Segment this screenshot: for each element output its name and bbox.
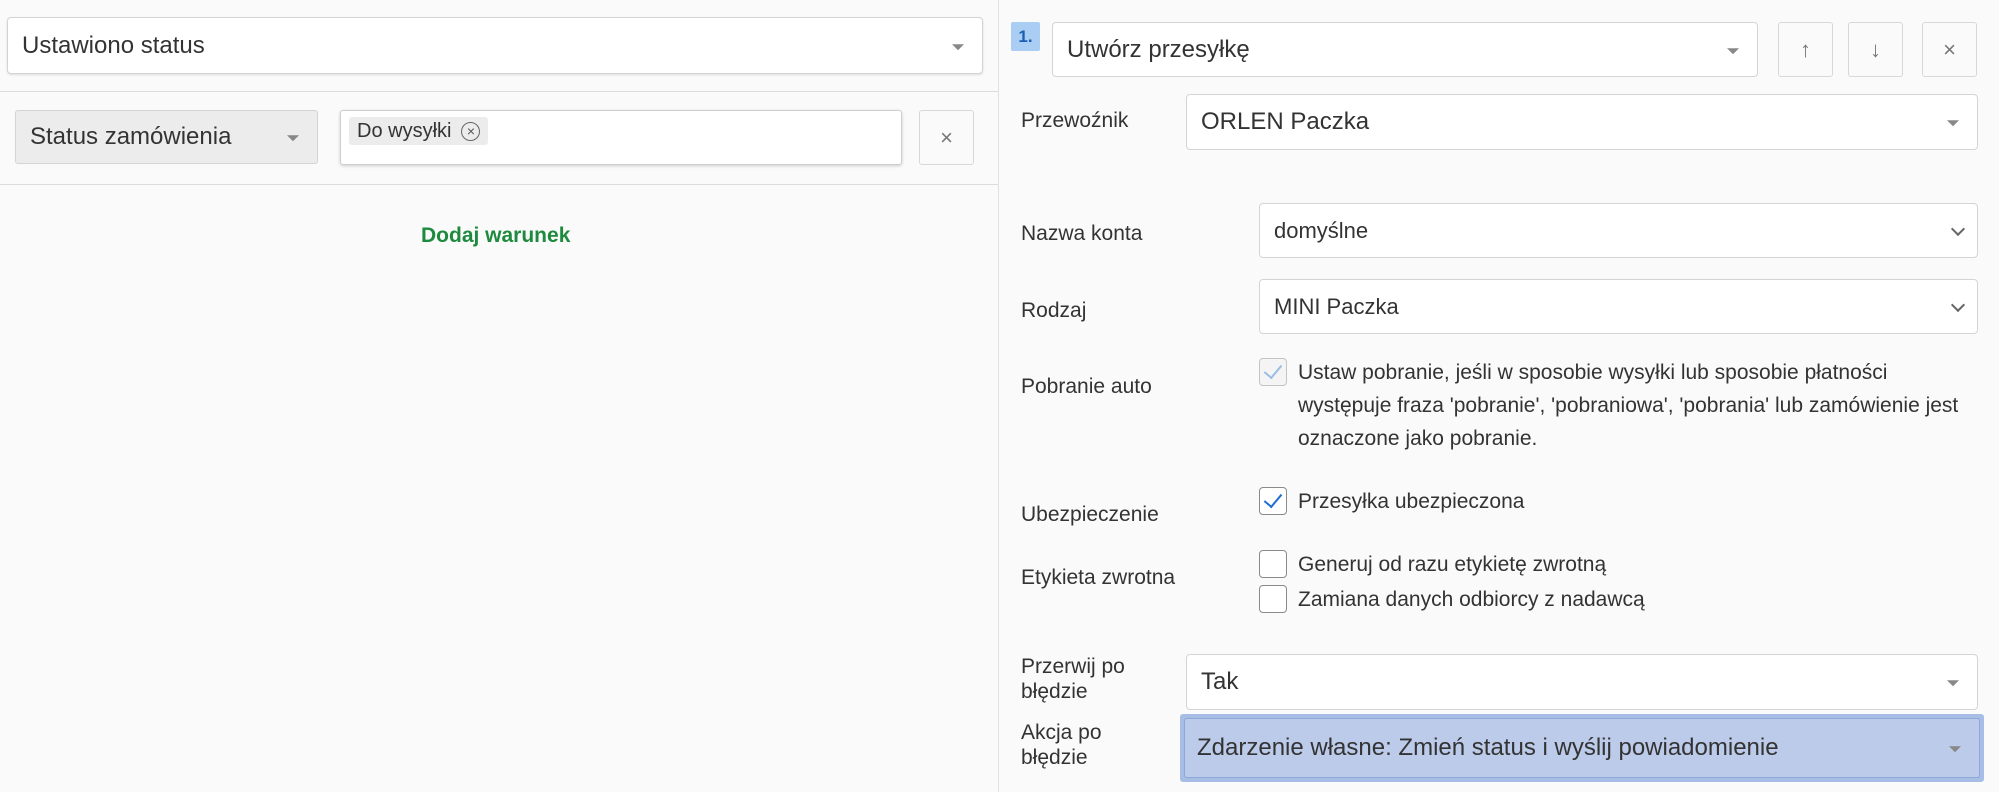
divider [0,184,998,185]
conditions-panel: Ustawiono status Status zamówienia Do wy… [0,0,998,792]
caret-down-icon [1947,680,1959,687]
action-select-value: Utwórz przesyłkę [1067,35,1250,63]
account-value: domyślne [1274,217,1369,243]
stop-on-error-select[interactable]: Tak [1186,654,1978,710]
action-on-error-focus-ring: Zdarzenie własne: Zmień status i wyślij … [1180,714,1984,782]
return-label-swap-text: Zamiana danych odbiorcy z nadawcą [1298,588,1645,611]
type-label: Rodzaj [1021,299,1087,322]
condition-field-select[interactable]: Status zamówienia [15,110,318,164]
type-value: MINI Paczka [1274,293,1399,319]
move-up-button[interactable]: ↑ [1778,22,1833,77]
action-panel: 1. Utwórz przesyłkę ↑ ↓ × Przewoźnik ORL… [998,0,1999,792]
return-label-label: Etykieta zwrotna [1021,566,1176,589]
type-select[interactable]: MINI Paczka [1259,279,1978,334]
condition-field-value: Status zamówienia [30,123,232,150]
action-on-error-select[interactable]: Zdarzenie własne: Zmień status i wyślij … [1184,718,1980,778]
action-select[interactable]: Utwórz przesyłkę [1052,22,1758,77]
move-down-button[interactable]: ↓ [1848,22,1903,77]
chevron-down-icon [1950,221,1966,236]
stop-on-error-label-line: błędzie [1021,680,1088,703]
action-on-error-label-line: Akcja po [1021,721,1102,744]
add-condition-label: Dodaj warunek [421,224,571,247]
add-condition-link[interactable]: Dodaj warunek [421,224,570,248]
cod-auto-label: Pobranie auto [1021,375,1152,398]
caret-down-icon [1949,746,1961,753]
step-number-badge: 1. [1011,22,1040,51]
tag-label: Do wysyłki [357,119,452,142]
tag-remove-icon[interactable]: × [461,121,481,141]
arrow-down-icon: ↓ [1870,36,1881,62]
close-icon: × [940,124,953,150]
chevron-down-icon [1950,297,1966,312]
close-icon: × [1943,36,1956,62]
insurance-text: Przesyłka ubezpieczona [1298,490,1525,513]
trigger-select-value: Ustawiono status [22,31,205,59]
carrier-value: ORLEN Paczka [1201,108,1370,135]
action-on-error-label: Akcja po błędzie [1021,720,1102,770]
cod-auto-text-line: Ustaw pobranie, jeśli w sposobie wysyłki… [1298,361,1888,384]
return-label-swap-checkbox[interactable] [1259,585,1287,613]
cod-auto-checkbox[interactable] [1259,358,1287,386]
remove-condition-button[interactable]: × [919,110,974,165]
caret-down-icon [287,135,299,142]
insurance-label: Ubezpieczenie [1021,503,1159,526]
return-label-generate-text: Generuj od razu etykietę zwrotną [1298,553,1607,576]
stop-on-error-value: Tak [1201,668,1239,695]
caret-down-icon [1727,47,1739,54]
carrier-label: Przewoźnik [1021,109,1129,132]
account-label: Nazwa konta [1021,222,1143,245]
condition-value-input[interactable]: Do wysyłki × [340,110,902,165]
account-select[interactable]: domyślne [1259,203,1978,258]
remove-action-button[interactable]: × [1922,22,1977,77]
caret-down-icon [952,43,964,50]
action-on-error-value: Zdarzenie własne: Zmień status i wyślij … [1197,734,1779,761]
tag-do-wysylki: Do wysyłki × [349,117,489,145]
insurance-checkbox[interactable] [1259,487,1287,515]
return-label-generate-checkbox[interactable] [1259,550,1287,578]
cod-auto-text-line: występuje fraza 'pobranie', 'pobraniowa'… [1298,394,1959,417]
action-on-error-label-line: błędzie [1021,746,1088,769]
cod-auto-text: Ustaw pobranie, jeśli w sposobie wysyłki… [1298,356,1958,455]
divider [0,91,998,92]
cod-auto-text-line: oznaczone jako pobranie. [1298,427,1538,450]
stop-on-error-label: Przerwij po błędzie [1021,654,1125,704]
arrow-up-icon: ↑ [1800,36,1811,62]
caret-down-icon [1947,120,1959,127]
trigger-select[interactable]: Ustawiono status [7,17,983,74]
stop-on-error-label-line: Przerwij po [1021,655,1125,678]
carrier-select[interactable]: ORLEN Paczka [1186,94,1978,150]
